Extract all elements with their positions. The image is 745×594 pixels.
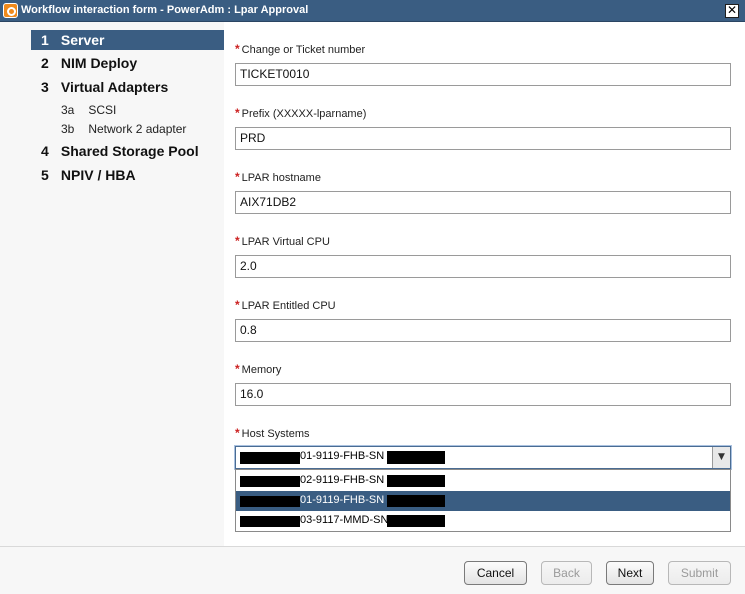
redaction-bar [387, 495, 445, 507]
memory-field[interactable]: 16.0 [235, 383, 731, 406]
host-option[interactable]: 03-9117-MMD-SN [236, 511, 730, 531]
hostname-label-text: LPAR hostname [241, 172, 321, 184]
substep-scsi[interactable]: 3a SCSI [61, 101, 116, 119]
back-button[interactable]: Back [541, 561, 592, 585]
substep-label: Network 2 adapter [88, 122, 187, 136]
step-server[interactable]: 1 Server [31, 30, 224, 50]
ticket-label-text: Change or Ticket number [241, 44, 366, 56]
step-label: NIM Deploy [60, 55, 138, 71]
button-bar: Cancel Back Next Submit [0, 546, 745, 594]
redaction-bar [240, 452, 300, 464]
host-systems-label: * Host Systems [235, 426, 310, 440]
host-option-label: 01-9119-FHB-SN [300, 494, 385, 506]
ticket-field[interactable]: TICKET0010 [235, 63, 731, 86]
redaction-bar [240, 476, 300, 487]
prefix-field[interactable]: PRD [235, 127, 731, 150]
chevron-down-icon[interactable]: ▼ [712, 447, 730, 468]
entitled-cpu-label: * LPAR Entitled CPU [235, 298, 336, 312]
prefix-label-text: Prefix (XXXXX-lparname) [241, 108, 367, 120]
close-button[interactable]: ✕ [725, 4, 739, 18]
required-marker: * [235, 362, 240, 376]
host-systems-list: 02-9119-FHB-SN 01-9119-FHB-SN 03-9117-MM… [235, 469, 731, 532]
memory-label-text: Memory [241, 364, 282, 376]
step-label: NPIV / HBA [60, 167, 136, 183]
server-form: * Change or Ticket number TICKET0010 * Pre… [224, 22, 745, 546]
step-number: 1 [41, 32, 49, 48]
step-label: Shared Storage Pool [60, 143, 199, 159]
host-option-label: 02-9119-FHB-SN [300, 474, 385, 486]
step-shared-storage-pool[interactable]: 4 Shared Storage Pool [41, 141, 199, 161]
virtual-cpu-label-text: LPAR Virtual CPU [241, 236, 330, 248]
substep-number: 3a [61, 103, 75, 117]
hostname-field[interactable]: AIX71DB2 [235, 191, 731, 214]
substep-network-adapter[interactable]: 3b Network 2 adapter [61, 120, 186, 138]
close-icon: ✕ [726, 3, 738, 17]
step-number: 3 [41, 79, 49, 95]
virtual-cpu-label: * LPAR Virtual CPU [235, 234, 330, 248]
required-marker: * [235, 170, 240, 184]
title-bar: Workflow interaction form - PowerAdm : L… [0, 0, 745, 22]
step-number: 4 [41, 143, 49, 159]
cancel-button[interactable]: Cancel [464, 561, 527, 585]
ticket-label: * Change or Ticket number [235, 42, 365, 56]
redaction-bar [240, 496, 300, 507]
required-marker: * [235, 298, 240, 312]
submit-button[interactable]: Submit [668, 561, 731, 585]
redaction-bar [387, 515, 445, 527]
host-option[interactable]: 01-9119-FHB-SN [236, 491, 730, 511]
substep-number: 3b [61, 122, 75, 136]
entitled-cpu-field[interactable]: 0.8 [235, 319, 731, 342]
prefix-label: * Prefix (XXXXX-lparname) [235, 106, 366, 120]
step-nim-deploy[interactable]: 2 NIM Deploy [41, 53, 137, 73]
redaction-bar [387, 475, 445, 487]
step-virtual-adapters[interactable]: 3 Virtual Adapters [41, 77, 168, 97]
redaction-bar [240, 516, 300, 527]
step-number: 5 [41, 167, 49, 183]
host-systems-select[interactable]: 01-9119-FHB-SN ▼ [235, 446, 731, 469]
host-systems-label-text: Host Systems [241, 428, 310, 440]
host-systems-selected: 01-9119-FHB-SN [300, 450, 385, 462]
required-marker: * [235, 234, 240, 248]
step-label: Virtual Adapters [60, 79, 169, 95]
host-option[interactable]: 02-9119-FHB-SN [236, 471, 730, 491]
step-npiv-hba[interactable]: 5 NPIV / HBA [41, 165, 136, 185]
required-marker: * [235, 42, 240, 56]
virtual-cpu-field[interactable]: 2.0 [235, 255, 731, 278]
memory-label: * Memory [235, 362, 281, 376]
substep-label: SCSI [88, 103, 117, 117]
step-label: Server [60, 32, 105, 48]
next-button[interactable]: Next [606, 561, 654, 585]
window-title: Workflow interaction form - PowerAdm : L… [21, 4, 309, 16]
step-number: 2 [41, 55, 49, 71]
step-sidebar: 1 Server 2 NIM Deploy 3 Virtual Adapters… [0, 22, 224, 546]
redaction-bar [387, 451, 445, 464]
app-icon [3, 3, 18, 18]
required-marker: * [235, 106, 240, 120]
entitled-cpu-label-text: LPAR Entitled CPU [241, 300, 336, 312]
hostname-label: * LPAR hostname [235, 170, 321, 184]
host-option-label: 03-9117-MMD-SN [300, 514, 389, 526]
required-marker: * [235, 426, 240, 440]
